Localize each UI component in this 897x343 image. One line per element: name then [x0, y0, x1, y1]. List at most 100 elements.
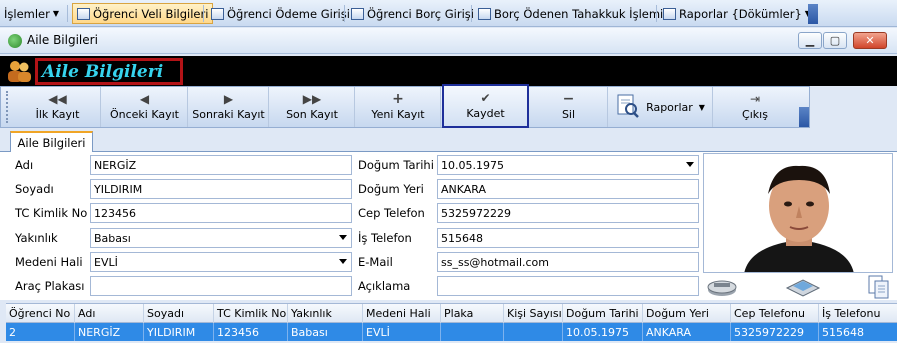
- new-record-label: Yeni Kayıt: [371, 108, 425, 121]
- table-row[interactable]: 2 NERGİZ YILDIRIM 123456 Babası EVLİ 10.…: [6, 323, 897, 341]
- maximize-button[interactable]: ▢: [823, 32, 847, 49]
- toolbar-overflow-grip[interactable]: [799, 107, 809, 127]
- menu-separator: [67, 5, 68, 22]
- camera-icon[interactable]: [706, 278, 738, 298]
- menu-raporlar-dokumler[interactable]: Raporlar {Dökümler} ▼: [659, 3, 815, 24]
- column-header[interactable]: Cep Telefonu: [731, 304, 819, 323]
- header-title: Aile Bilgileri: [35, 58, 183, 85]
- table-cell: 10.05.1975: [563, 323, 643, 341]
- new-record-button[interactable]: + Yeni Kayıt: [356, 87, 441, 127]
- exit-label: Çıkış: [742, 108, 768, 121]
- column-header[interactable]: TC Kimlik No: [214, 304, 288, 323]
- next-icon: ▶: [223, 92, 234, 106]
- medeni-hali-value: EVLİ: [94, 255, 118, 269]
- main-menu-bar: İşlemler ▼ Öğrenci Veli Bilgileri Öğrenc…: [0, 0, 897, 27]
- menu-raporlar-label: Raporlar {Dökümler}: [679, 6, 802, 21]
- last-record-button[interactable]: ▶▶ Son Kayıt: [270, 87, 355, 127]
- menu-ogrenci-borc-girisi[interactable]: Öğrenci Borç Girişi: [347, 3, 478, 24]
- delete-label: Sil: [561, 108, 576, 121]
- records-grid-header: Öğrenci No Adı Soyadı TC Kimlik No Yakın…: [6, 303, 897, 323]
- medeni-hali-label: Medeni Hali: [15, 255, 83, 269]
- column-header[interactable]: Kişi Sayısı: [504, 304, 563, 323]
- menu-islemler[interactable]: İşlemler ▼: [0, 3, 63, 24]
- yakinlik-select[interactable]: Babası: [90, 228, 352, 248]
- first-record-label: İlk Kayıt: [35, 108, 80, 121]
- cep-telefon-label: Cep Telefon: [358, 206, 425, 220]
- report-icon: [663, 7, 676, 20]
- dogum-tarihi-label: Doğum Tarihi: [358, 158, 434, 172]
- next-record-button[interactable]: ▶ Sonraki Kayıt: [189, 87, 269, 127]
- menu-ogrenci-veli-bilgileri[interactable]: Öğrenci Veli Bilgileri: [72, 3, 214, 24]
- email-label: E-Mail: [358, 255, 393, 269]
- dropdown-arrow-icon[interactable]: [339, 259, 347, 264]
- column-header[interactable]: Yakınlık: [288, 304, 363, 323]
- tab-aile-bilgileri[interactable]: Aile Bilgileri: [10, 131, 93, 152]
- save-label: Kaydet: [466, 107, 505, 120]
- window-title: Aile Bilgileri: [27, 33, 98, 47]
- column-header[interactable]: Doğum Yeri: [643, 304, 731, 323]
- delete-button[interactable]: − Sil: [530, 87, 608, 127]
- column-header[interactable]: Öğrenci No: [6, 304, 75, 323]
- minus-icon: −: [562, 91, 575, 107]
- previous-record-button[interactable]: ◀ Önceki Kayıt: [102, 87, 188, 127]
- dogum-tarihi-picker[interactable]: 10.05.1975: [437, 155, 699, 175]
- column-header[interactable]: İş Telefonu: [819, 304, 897, 323]
- adi-field[interactable]: NERGİZ: [90, 155, 352, 175]
- menu-islemler-label: İşlemler: [4, 6, 50, 21]
- column-header[interactable]: Medeni Hali: [363, 304, 441, 323]
- menu-borc-label: Öğrenci Borç Girişi: [367, 6, 474, 21]
- toolbar-overflow-grip[interactable]: [808, 4, 818, 24]
- minimize-button[interactable]: ▁: [798, 32, 822, 49]
- tc-kimlik-field[interactable]: 123456: [90, 203, 352, 223]
- dogum-yeri-label: Doğum Yeri: [358, 182, 424, 196]
- first-record-icon: ◀◀: [48, 92, 67, 106]
- medeni-hali-select[interactable]: EVLİ: [90, 252, 352, 272]
- aciklama-label: Açıklama: [358, 279, 411, 293]
- document-icon: [478, 7, 491, 20]
- menu-ogrenci-odeme-girisi[interactable]: Öğrenci Ödeme Girişi: [207, 3, 354, 24]
- column-header[interactable]: Soyadı: [144, 304, 214, 323]
- soyadi-field[interactable]: YILDIRIM: [90, 179, 352, 199]
- dropdown-arrow-icon: ▼: [698, 102, 705, 112]
- is-telefon-label: İş Telefon: [358, 231, 412, 245]
- dogum-yeri-field[interactable]: ANKARA: [437, 179, 699, 199]
- table-cell: [504, 323, 563, 341]
- minimize-icon: ▁: [805, 34, 815, 47]
- dropdown-arrow-icon[interactable]: [339, 235, 347, 240]
- exit-button[interactable]: ⇥ Çıkış: [714, 87, 796, 127]
- email-field[interactable]: ss_ss@hotmail.com: [437, 252, 699, 272]
- table-cell: [441, 323, 504, 341]
- column-header[interactable]: Plaka: [441, 304, 504, 323]
- app-icon: [8, 34, 22, 48]
- first-record-button[interactable]: ◀◀ İlk Kayıt: [15, 87, 101, 127]
- reports-dropdown-button[interactable]: Raporlar ▼: [609, 87, 713, 127]
- tc-kimlik-label: TC Kimlik No: [15, 206, 88, 220]
- users-icon: [6, 59, 32, 83]
- table-cell: 123456: [214, 323, 288, 341]
- arac-plakasi-field[interactable]: [90, 276, 352, 296]
- plus-icon: +: [392, 91, 404, 107]
- save-button[interactable]: ✔ Kaydet: [442, 84, 529, 128]
- menu-separator: [656, 5, 657, 22]
- scanner-icon[interactable]: [785, 274, 821, 298]
- menu-borc-odenen-tahakkuk[interactable]: Borç Ödenen Tahakkuk İşlemi: [474, 3, 667, 24]
- table-cell: YILDIRIM: [144, 323, 214, 341]
- column-header[interactable]: Doğum Tarihi: [563, 304, 643, 323]
- reports-label: Raporlar: [646, 100, 693, 114]
- close-button[interactable]: ✕: [853, 32, 887, 49]
- copy-document-icon[interactable]: [867, 274, 891, 300]
- person-photo: [703, 153, 893, 273]
- yakinlik-label: Yakınlık: [15, 231, 58, 245]
- toolbar-grip: [6, 91, 9, 123]
- table-cell: ANKARA: [643, 323, 731, 341]
- column-header[interactable]: Adı: [75, 304, 144, 323]
- cep-telefon-field[interactable]: 5325972229: [437, 203, 699, 223]
- dropdown-arrow-icon[interactable]: [686, 162, 694, 167]
- is-telefon-field[interactable]: 515648: [437, 228, 699, 248]
- dogum-tarihi-value: 10.05.1975: [441, 158, 504, 172]
- aciklama-field[interactable]: [437, 276, 699, 296]
- table-cell: 515648: [822, 325, 864, 339]
- close-icon: ✕: [865, 34, 875, 47]
- exit-door-icon: ⇥: [749, 92, 761, 106]
- table-cell: EVLİ: [363, 323, 441, 341]
